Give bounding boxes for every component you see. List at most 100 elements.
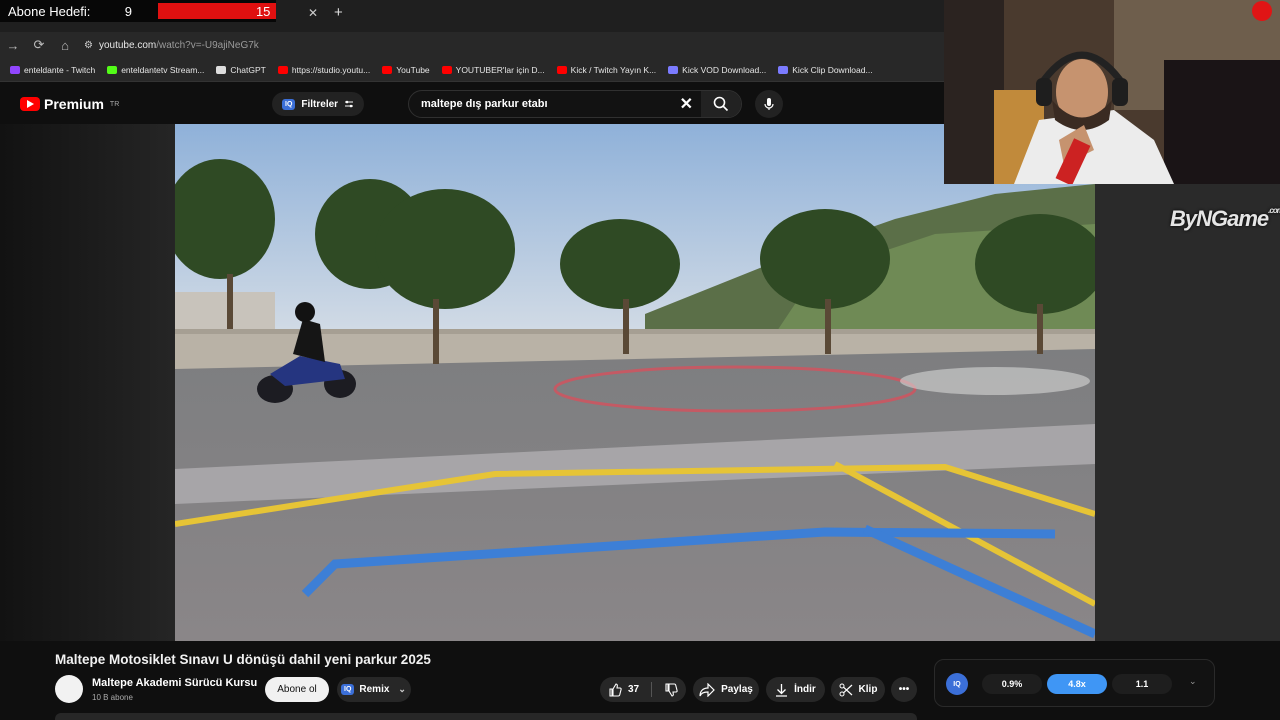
remix-button[interactable]: IQ Remix ⌄ (337, 677, 411, 702)
voice-search-button[interactable] (755, 90, 783, 118)
bookmark-item[interactable]: ChatGPT (216, 64, 266, 75)
clear-search-icon[interactable]: ✕ (680, 94, 693, 114)
browser-tab-bar: Abone Hedefi: 9 15 ✕ + (0, 0, 944, 32)
channel-avatar[interactable] (55, 675, 83, 703)
bookmark-item[interactable]: enteldante - Twitch (10, 65, 95, 75)
thumbs-down-icon[interactable] (664, 682, 678, 697)
region-code: TR (109, 100, 120, 108)
youtube-logo[interactable]: Premium TR (20, 96, 119, 112)
bookmark-label: YouTube (396, 64, 430, 75)
bookmark-label: https://studio.youtu... (291, 64, 371, 75)
youtube-header: Premium TR IQ Filtreler maltepe dış park… (0, 84, 944, 124)
sliders-icon (345, 100, 354, 108)
goal-target: 15 (255, 3, 271, 19)
chevron-down-icon[interactable]: ⌄ (1189, 676, 1197, 687)
like-button[interactable]: 37 (608, 682, 640, 697)
clip-label: Klip (858, 684, 878, 695)
description-box[interactable] (55, 713, 917, 720)
bookmark-item[interactable]: Kick VOD Download... (668, 65, 766, 75)
bookmark-label: Kick Clip Download... (792, 64, 873, 75)
bookmark-item[interactable]: Kick Clip Download... (778, 64, 873, 75)
webcam-overlay (944, 0, 1280, 184)
player-side-area (1095, 184, 1280, 641)
bookmark-favicon-icon (778, 65, 789, 74)
home-icon[interactable]: ⌂ (52, 38, 78, 53)
search-value: maltepe dış parkur etabı (421, 98, 548, 110)
address-bar: → ⟳ ⌂ ⚙ youtube.com/watch?v=-U9ajiNeG7k (0, 32, 944, 58)
url-host: youtube.com (98, 39, 157, 51)
bookmark-favicon-icon (668, 65, 679, 74)
watermark-text: ByNGame (1170, 206, 1269, 231)
subscriber-goal-overlay: Abone Hedefi: 9 15 (0, 0, 277, 22)
reload-icon[interactable]: ⟳ (26, 37, 52, 53)
subscriber-count: 10 B abone (92, 693, 133, 702)
bookmark-favicon-icon (556, 65, 567, 74)
search-input[interactable]: maltepe dış parkur etabı ✕ (408, 90, 742, 118)
bookmark-favicon-icon (107, 65, 118, 74)
bookmark-item[interactable]: enteldantetv Stream... (107, 65, 204, 75)
goal-progress-bar: 15 (158, 3, 277, 19)
divider (651, 682, 653, 697)
bookmarks-bar: enteldante - Twitch enteldantetv Stream..… (0, 58, 944, 82)
subscribe-button[interactable]: Abone ol (265, 677, 329, 702)
filters-button[interactable]: IQ Filtreler (272, 92, 365, 116)
more-icon: ••• (898, 684, 910, 695)
bookmark-favicon-icon (277, 65, 288, 74)
speed-option-2[interactable]: 4.8x (1047, 674, 1107, 694)
speed-option-3[interactable]: 1.1 (1112, 674, 1172, 694)
url-path: /watch?v=-U9ajiNeG7k (156, 39, 259, 51)
bookmark-label: ChatGPT (230, 64, 266, 75)
iq-icon: IQ (282, 98, 296, 110)
logo-text: Premium (44, 96, 104, 112)
bookmark-favicon-icon (216, 65, 227, 74)
iq-icon: IQ (341, 684, 355, 695)
channel-badge-icon (1252, 1, 1272, 21)
forward-icon[interactable]: → (0, 38, 26, 53)
scissors-icon (839, 683, 852, 696)
watermark-suffix: .com (1268, 206, 1280, 215)
tab-close-icon[interactable]: ✕ (308, 6, 318, 20)
site-info-icon[interactable]: ⚙ (84, 40, 93, 51)
search-icon (713, 96, 729, 112)
bookmark-item[interactable]: YOUTUBER'lar için D... (441, 64, 545, 75)
iq-speed-panel: IQ 0.9% 4.8x 1.1 ⌄ (934, 659, 1215, 707)
video-player[interactable] (175, 124, 1095, 641)
speed-option-1[interactable]: 0.9% (982, 674, 1042, 694)
download-icon (776, 683, 788, 697)
bookmark-label: enteldante - Twitch (24, 64, 96, 75)
bookmark-label: enteldantetv Stream... (121, 64, 205, 75)
thumbs-up-icon (609, 682, 622, 697)
bookmark-item[interactable]: YouTube (382, 64, 430, 75)
bookmark-label: Kick / Twitch Yayın K... (570, 64, 657, 75)
share-button[interactable]: Paylaş (693, 677, 759, 702)
search-button[interactable] (701, 91, 741, 117)
video-frame (175, 124, 1095, 641)
download-label: İndir (794, 684, 816, 695)
clip-button[interactable]: Klip (831, 677, 885, 702)
filters-label: Filtreler (301, 98, 339, 110)
bookmark-favicon-icon (441, 65, 452, 74)
remix-label: Remix (359, 684, 390, 695)
chevron-down-icon: ⌄ (398, 684, 406, 694)
webcam-feed (944, 0, 1280, 184)
bookmark-label: YOUTUBER'lar için D... (455, 64, 545, 75)
like-count: 37 (627, 684, 640, 695)
like-dislike-group: 37 (600, 677, 686, 702)
bookmark-item[interactable]: https://studio.youtu... (277, 64, 371, 75)
goal-label: Abone Hedefi: (8, 3, 91, 19)
download-button[interactable]: İndir (766, 677, 825, 702)
new-tab-icon[interactable]: + (334, 4, 343, 21)
more-actions-button[interactable]: ••• (891, 677, 917, 702)
url-field[interactable]: ⚙ youtube.com/watch?v=-U9ajiNeG7k (84, 40, 259, 51)
bookmark-item[interactable]: Kick / Twitch Yayın K... (556, 64, 657, 75)
bookmark-label: Kick VOD Download... (682, 64, 767, 75)
bookmark-favicon-icon (382, 65, 393, 74)
youtube-play-icon (20, 97, 40, 111)
goal-current: 9 (124, 3, 133, 19)
share-label: Paylaş (721, 684, 753, 695)
microphone-icon (764, 98, 774, 110)
iq-logo-icon: IQ (946, 673, 968, 695)
channel-name[interactable]: Maltepe Akademi Sürücü Kursu (92, 677, 257, 689)
share-icon (699, 682, 715, 697)
bookmark-favicon-icon (10, 65, 20, 74)
